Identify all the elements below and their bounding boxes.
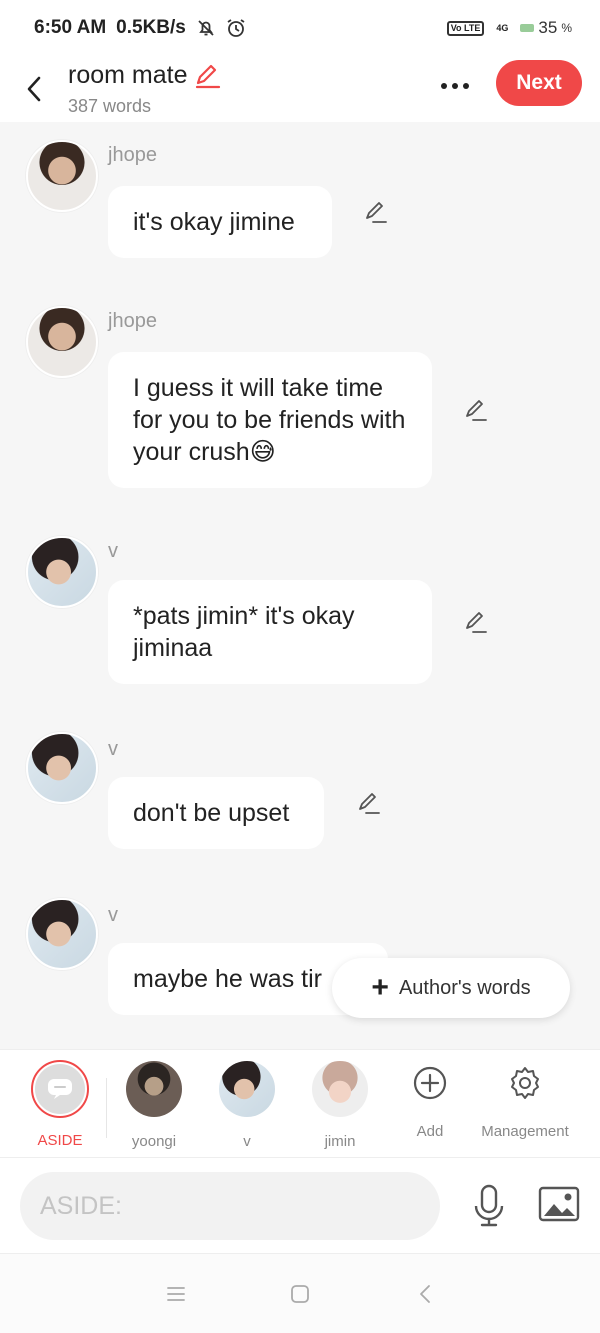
edit-message-icon[interactable] (362, 198, 390, 226)
header: room mate 387 words Next (0, 56, 600, 122)
edit-message-icon[interactable] (462, 396, 490, 424)
sender-name: jhope (108, 144, 157, 166)
sender-name: v (108, 738, 118, 760)
home-icon[interactable] (288, 1282, 312, 1306)
more-options-button[interactable] (430, 66, 480, 106)
authors-words-label: Author's words (398, 976, 531, 999)
character-label: jimin (324, 1133, 356, 1150)
edit-title-icon[interactable] (193, 62, 223, 90)
aside-input[interactable] (20, 1172, 440, 1240)
character-jimin[interactable]: jimin (300, 1060, 380, 1150)
character-aside[interactable]: ASIDE (20, 1060, 100, 1149)
bell-off-icon (198, 20, 214, 36)
avatar-jimin (312, 1061, 368, 1117)
network-indicator: 4G (496, 23, 509, 33)
menu-icon[interactable] (164, 1282, 188, 1306)
character-label: yoongi (131, 1133, 177, 1150)
sender-name: v (108, 540, 118, 562)
avatar-v (219, 1061, 275, 1117)
authors-words-button[interactable]: + Author's words (332, 958, 570, 1018)
sender-name: jhope (108, 310, 157, 332)
chat-bubble-icon (48, 1079, 72, 1099)
character-label: Management (481, 1123, 569, 1140)
chat-area[interactable]: jhope it's okay jimine jhope I guess it … (0, 122, 600, 1048)
back-button[interactable] (8, 63, 60, 115)
character-label: Add (416, 1123, 444, 1140)
message-bubble[interactable]: I guess it will take time for you to be … (108, 352, 432, 488)
system-nav-bar (0, 1253, 600, 1333)
sender-name: v (108, 904, 118, 926)
character-label: v (243, 1133, 251, 1150)
battery-indicator: 35% (520, 18, 572, 38)
back-nav-icon[interactable] (414, 1282, 438, 1306)
add-character-button[interactable]: Add (390, 1060, 470, 1140)
battery-level: 35 (538, 18, 558, 37)
avatar-v[interactable] (26, 898, 98, 970)
image-icon[interactable] (538, 1186, 580, 1222)
message-bubble[interactable]: don't be upset (108, 777, 324, 849)
next-button[interactable]: Next (496, 60, 582, 106)
message-bubble[interactable]: it's okay jimine (108, 186, 332, 258)
alarm-clock-icon (227, 19, 245, 37)
volte-badge: Vo LTE (446, 20, 485, 36)
avatar-jhope[interactable] (26, 140, 98, 212)
status-time: 6:50 AM (34, 17, 107, 38)
character-label: ASIDE (37, 1132, 83, 1149)
input-bar (0, 1157, 600, 1253)
word-count: 387 words (68, 96, 152, 116)
character-v[interactable]: v (207, 1060, 287, 1150)
story-title: room mate (68, 61, 188, 89)
message-bubble[interactable]: *pats jimin* it's okay jiminaa (108, 580, 432, 684)
management-button[interactable]: Management (475, 1060, 575, 1140)
plus-icon: + (371, 971, 389, 1004)
character-bar: ASIDE yoongi v jimin Add Management (0, 1049, 600, 1157)
chevron-left-icon (27, 76, 41, 102)
edit-message-icon[interactable] (355, 789, 383, 817)
battery-unit: % (561, 21, 572, 35)
character-yoongi[interactable]: yoongi (114, 1060, 194, 1150)
avatar-v[interactable] (26, 732, 98, 804)
gear-icon (511, 1067, 539, 1099)
edit-message-icon[interactable] (462, 608, 490, 636)
divider (106, 1078, 107, 1138)
avatar-v[interactable] (26, 536, 98, 608)
microphone-icon[interactable] (470, 1184, 508, 1228)
plus-circle-icon (413, 1066, 447, 1100)
avatar-jhope[interactable] (26, 306, 98, 378)
battery-icon (520, 24, 535, 32)
status-bar: 6:50 AM 0.5KB/s Vo LTE 4G 35% (0, 0, 600, 56)
aside-avatar (31, 1060, 89, 1118)
avatar-yoongi (126, 1061, 182, 1117)
status-speed: 0.5KB/s (116, 17, 186, 38)
